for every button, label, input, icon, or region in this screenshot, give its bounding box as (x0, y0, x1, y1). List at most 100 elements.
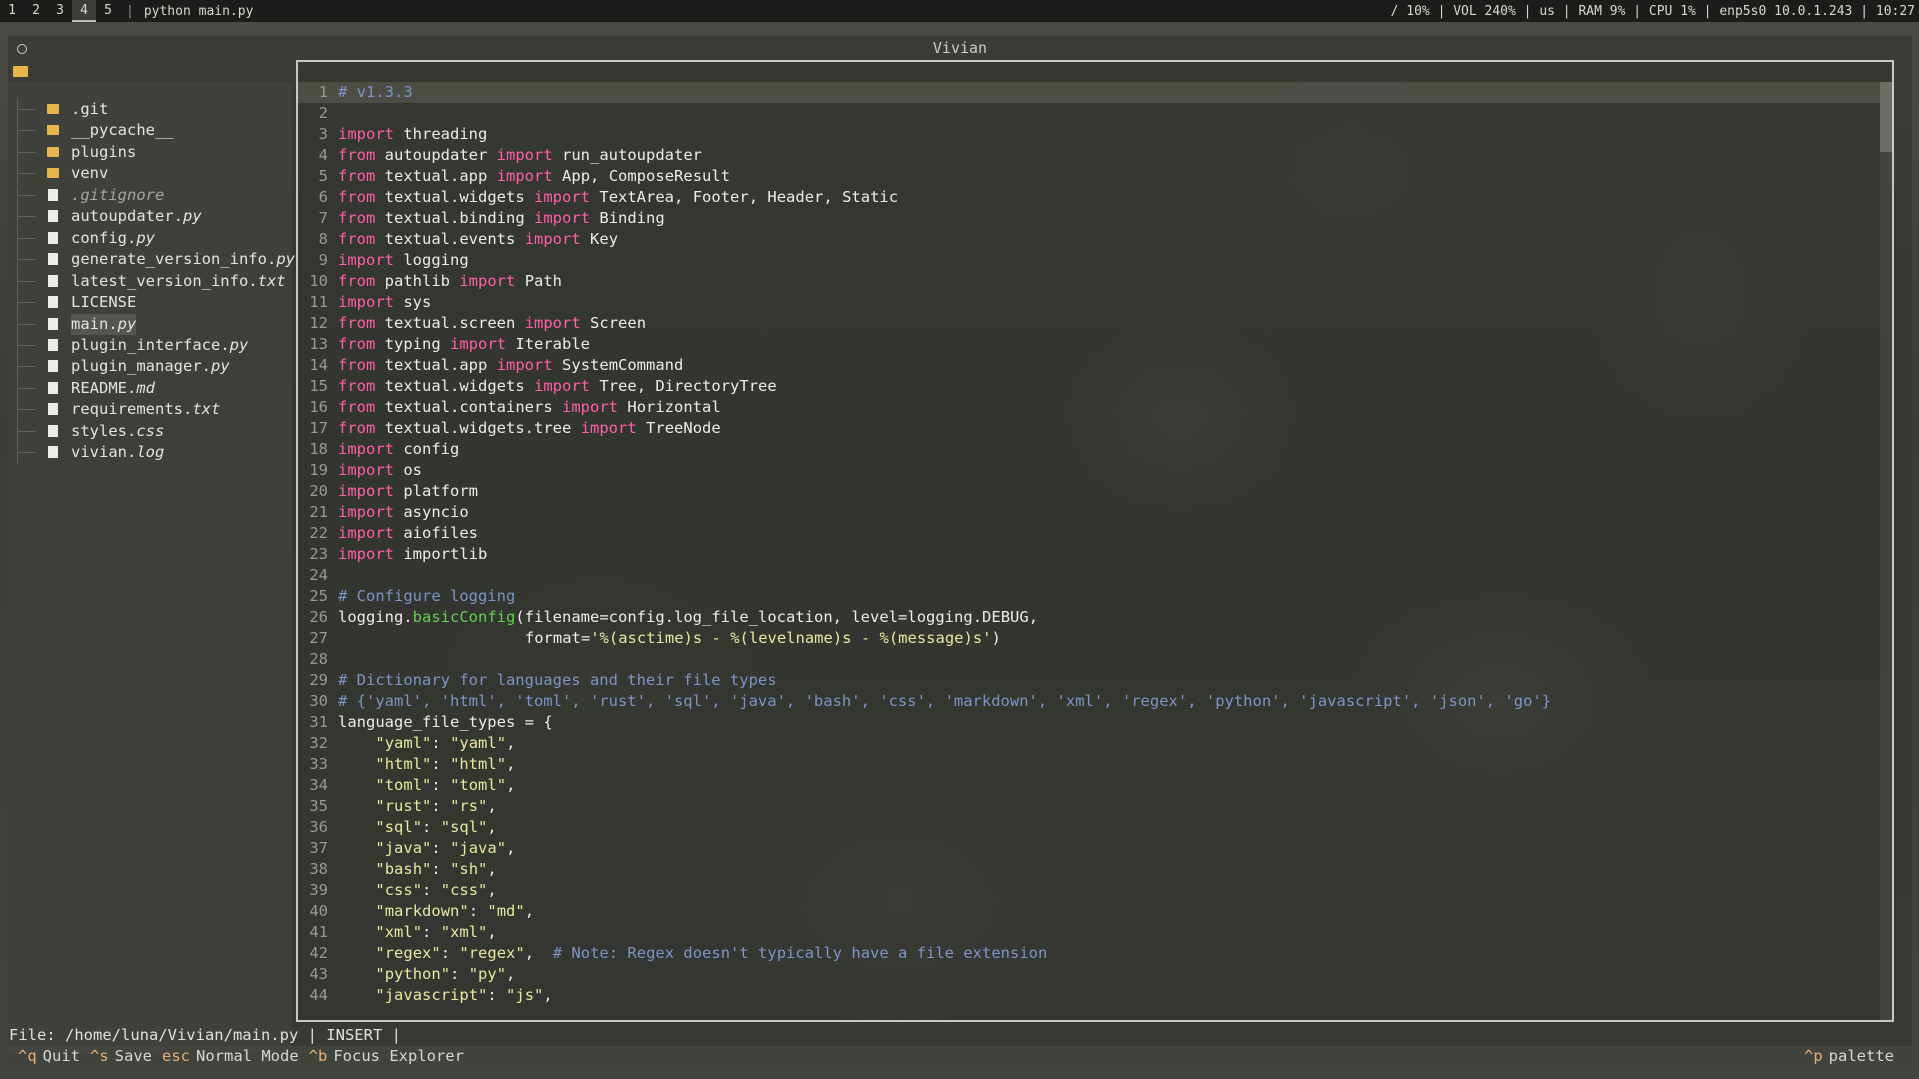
folder-icon (47, 146, 59, 157)
code-line[interactable]: 19 import os (298, 460, 1880, 481)
file-icon (48, 446, 58, 459)
code-line[interactable]: 26 logging.basicConfig(filename=config.lo… (298, 607, 1880, 628)
folder-open-icon (13, 66, 28, 77)
code-line[interactable]: 9 import logging (298, 250, 1880, 271)
scrollbar-thumb[interactable] (1880, 82, 1892, 152)
palette-label: palette (1828, 1047, 1894, 1065)
line-number: 23 (309, 545, 328, 563)
code-line[interactable]: 33 "html": "html", (298, 754, 1880, 775)
code-line[interactable]: 20 import platform (298, 481, 1880, 502)
tree-item[interactable]: .gitignore (8, 184, 292, 206)
code-line[interactable]: 18 import config (298, 439, 1880, 460)
code-line[interactable]: 31 language_file_types = { (298, 712, 1880, 733)
code-line[interactable]: 35 "rust": "rs", (298, 796, 1880, 817)
tree-item-label: README.md (71, 378, 155, 397)
code-line[interactable]: 13 from typing import Iterable (298, 334, 1880, 355)
code-line[interactable]: 25 # Configure logging (298, 586, 1880, 607)
code-line[interactable]: 38 "bash": "sh", (298, 859, 1880, 880)
line-text: "toml": "toml", (375, 776, 516, 794)
code-line[interactable]: 14 from textual.app import SystemCommand (298, 355, 1880, 376)
code-editor[interactable]: 1 # v1.3.3 2 3 import threading 4 from autoupd… (296, 60, 1894, 1022)
tree-item[interactable]: venv (8, 163, 292, 185)
code-line[interactable]: 5 from textual.app import App, ComposeRes… (298, 166, 1880, 187)
workspace-3[interactable]: 3 (48, 0, 72, 22)
tree-item[interactable]: README.md (8, 377, 292, 399)
workspace-1[interactable]: 1 (0, 0, 24, 22)
code-line[interactable]: 10 from pathlib import Path (298, 271, 1880, 292)
code-lines[interactable]: 1 # v1.3.3 2 3 import threading 4 from autoupd… (298, 82, 1880, 1006)
tree-item[interactable]: plugin_interface.py (8, 334, 292, 356)
code-line[interactable]: 1 # v1.3.3 (298, 82, 1880, 103)
tree-guide-line (17, 399, 38, 421)
code-line[interactable]: 15 from textual.widgets import Tree, Dire… (298, 376, 1880, 397)
line-text: from textual.events import Key (338, 230, 619, 248)
code-line[interactable]: 44 "javascript": "js", (298, 985, 1880, 1006)
code-line[interactable]: 34 "toml": "toml", (298, 775, 1880, 796)
binding-key[interactable]: esc (162, 1046, 190, 1067)
tree-item[interactable]: __pycache__ (8, 120, 292, 142)
workspace-5[interactable]: 5 (96, 0, 120, 22)
tree-item[interactable]: generate_version_info.py (8, 249, 295, 271)
code-line[interactable]: 16 from textual.containers import Horizon… (298, 397, 1880, 418)
tree-item[interactable]: vivian.log (8, 442, 292, 464)
code-line[interactable]: 24 (298, 565, 1880, 586)
workspace-2[interactable]: 2 (24, 0, 48, 22)
code-line[interactable]: 21 import asyncio (298, 502, 1880, 523)
code-line[interactable]: 43 "python": "py", (298, 964, 1880, 985)
tree-item[interactable]: plugins (8, 141, 292, 163)
line-text: from textual.containers import Horizonta… (338, 398, 721, 416)
tree-item[interactable]: autoupdater.py (8, 206, 292, 228)
code-line[interactable]: 39 "css": "css", (298, 880, 1880, 901)
file-icon (48, 188, 58, 201)
tree-item[interactable]: styles.css (8, 420, 292, 442)
code-line[interactable]: 4 from autoupdater import run_autoupdater (298, 145, 1880, 166)
line-number: 4 (318, 146, 328, 164)
code-line[interactable]: 11 import sys (298, 292, 1880, 313)
line-number: 39 (309, 881, 328, 899)
binding-label[interactable]: Quit (43, 1046, 80, 1067)
binding-key[interactable]: ^s (90, 1046, 109, 1067)
binding-label[interactable]: Focus Explorer (333, 1046, 464, 1067)
code-line[interactable]: 8 from textual.events import Key (298, 229, 1880, 250)
code-line[interactable]: 17 from textual.widgets.tree import TreeN… (298, 418, 1880, 439)
line-text: from textual.widgets.tree import TreeNod… (338, 419, 721, 437)
tree-item[interactable]: LICENSE (8, 292, 292, 314)
binding-key[interactable]: ^b (309, 1046, 328, 1067)
tree-item[interactable]: latest_version_info.txt (8, 270, 292, 292)
file-icon (48, 381, 58, 394)
code-line[interactable]: 29 # Dictionary for languages and their f… (298, 670, 1880, 691)
code-line[interactable]: 40 "markdown": "md", (298, 901, 1880, 922)
tree-item[interactable]: .git (8, 99, 292, 120)
tree-item[interactable]: plugin_manager.py (8, 356, 292, 378)
tree-guide-line (17, 270, 38, 292)
workspace-4[interactable]: 4 (72, 0, 96, 22)
binding-label[interactable]: Save (115, 1046, 152, 1067)
tree-guide-line (17, 227, 38, 249)
editor-scrollbar[interactable] (1880, 82, 1892, 1020)
code-line[interactable]: 37 "java": "java", (298, 838, 1880, 859)
binding-label[interactable]: Normal Mode (196, 1046, 299, 1067)
code-line[interactable]: 6 from textual.widgets import TextArea, F… (298, 187, 1880, 208)
code-line[interactable]: 7 from textual.binding import Binding (298, 208, 1880, 229)
code-line[interactable]: 30 # {'yaml', 'html', 'toml', 'rust', 'sq… (298, 691, 1880, 712)
code-line[interactable]: 22 import aiofiles (298, 523, 1880, 544)
line-text: "html": "html", (375, 755, 516, 773)
code-line[interactable]: 36 "sql": "sql", (298, 817, 1880, 838)
tree-item[interactable]: main.py (8, 313, 292, 335)
file-explorer[interactable]: .git __pycache__ plugins venv .gitignore auto… (8, 82, 295, 1052)
code-line[interactable]: 3 import threading (298, 124, 1880, 145)
code-line[interactable]: 41 "xml": "xml", (298, 922, 1880, 943)
code-line[interactable]: 32 "yaml": "yaml", (298, 733, 1880, 754)
command-palette-binding[interactable]: ^p palette (1794, 1046, 1912, 1067)
tree-item[interactable]: config.py (8, 227, 292, 249)
circle-icon[interactable] (17, 44, 27, 54)
binding-key[interactable]: ^q (18, 1046, 37, 1067)
code-line[interactable]: 2 (298, 103, 1880, 124)
tree-item[interactable]: requirements.txt (8, 399, 292, 421)
code-line[interactable]: 27 format='%(asctime)s - %(levelname)s -… (298, 628, 1880, 649)
code-line[interactable]: 12 from textual.screen import Screen (298, 313, 1880, 334)
code-line[interactable]: 23 import importlib (298, 544, 1880, 565)
line-text: "css": "css", (375, 881, 497, 899)
code-line[interactable]: 42 "regex": "regex", # Note: Regex doesn… (298, 943, 1880, 964)
code-line[interactable]: 28 (298, 649, 1880, 670)
